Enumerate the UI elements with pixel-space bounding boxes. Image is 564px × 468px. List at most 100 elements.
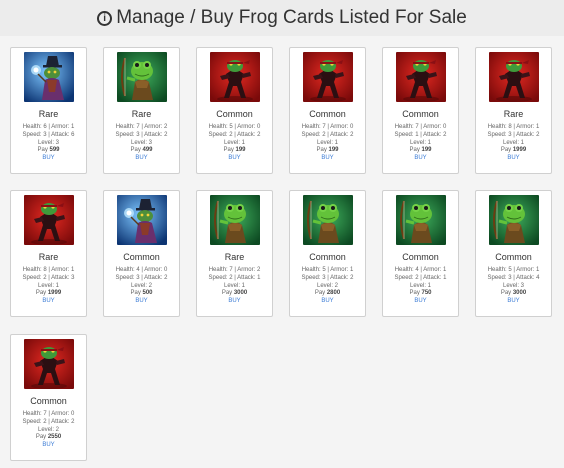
card-stats: Health: 7 | Armor: 2 Speed: 3 | Attack: … [104, 124, 179, 163]
frog-card[interactable]: Rare Health: 8 | Armor: 1 Speed: 3 | Att… [475, 47, 552, 174]
frog-card[interactable]: Common Health: 4 | Armor: 1 Speed: 2 | A… [382, 190, 459, 317]
frog-card-image [396, 195, 446, 245]
frog-card[interactable]: Common Health: 5 | Armor: 0 Speed: 2 | A… [196, 47, 273, 174]
card-price: Pay 199 [409, 147, 432, 154]
card-health-armor: Health: 6 | Armor: 1 [22, 124, 75, 130]
card-health-armor: Health: 4 | Armor: 1 [394, 267, 447, 273]
card-level: Level: 1 [316, 139, 338, 146]
card-rarity: Common [402, 109, 439, 119]
card-price: Pay 199 [316, 147, 339, 154]
card-stats: Health: 5 | Armor: 1 Speed: 3 | Attack: … [476, 267, 551, 306]
frog-card[interactable]: Common Health: 7 | Armor: 0 Speed: 2 | A… [289, 47, 366, 174]
frog-card-image [24, 339, 74, 389]
frog-card[interactable]: Common Health: 7 | Armor: 0 Speed: 2 | A… [10, 334, 87, 461]
card-stats: Health: 4 | Armor: 0 Speed: 3 | Attack: … [104, 267, 179, 306]
card-rarity: Common [216, 109, 253, 119]
card-health-armor: Health: 7 | Armor: 0 [301, 124, 354, 130]
card-price: Pay 3000 [500, 290, 527, 297]
frog-card[interactable]: Common Health: 7 | Armor: 0 Speed: 1 | A… [382, 47, 459, 174]
frog-archer-art [210, 195, 260, 245]
card-health-armor: Health: 8 | Armor: 1 [22, 267, 75, 273]
card-stats: Health: 5 | Armor: 1 Speed: 3 | Attack: … [290, 267, 365, 306]
buy-button[interactable]: BUY [197, 155, 272, 163]
card-rarity: Common [402, 252, 439, 262]
buy-button[interactable]: BUY [104, 298, 179, 306]
frog-card[interactable]: Rare Health: 7 | Armor: 2 Speed: 3 | Att… [103, 47, 180, 174]
buy-button[interactable]: BUY [476, 155, 551, 163]
card-speed-attack: Speed: 2 | Attack: 2 [208, 131, 261, 138]
buy-button[interactable]: BUY [383, 155, 458, 163]
frog-ninja-art [303, 52, 353, 102]
card-speed-attack: Speed: 2 | Attack: 2 [301, 131, 354, 138]
card-speed-attack: Speed: 2 | Attack: 3 [22, 274, 75, 281]
card-rarity: Rare [503, 109, 524, 119]
frog-card[interactable]: Common Health: 5 | Armor: 1 Speed: 3 | A… [475, 190, 552, 317]
card-rarity: Common [123, 252, 160, 262]
card-level: Level: 1 [37, 282, 59, 289]
card-rarity: Rare [224, 252, 245, 262]
card-rarity: Common [309, 252, 346, 262]
frog-card[interactable]: Rare Health: 6 | Armor: 1 Speed: 3 | Att… [10, 47, 87, 174]
card-level: Level: 3 [502, 282, 524, 289]
card-stats: Health: 6 | Armor: 1 Speed: 3 | Attack: … [11, 124, 86, 163]
card-speed-attack: Speed: 2 | Attack: 1 [394, 274, 447, 281]
frog-ninja-art [24, 195, 74, 245]
card-stats: Health: 8 | Armor: 1 Speed: 3 | Attack: … [476, 124, 551, 163]
buy-button[interactable]: BUY [11, 155, 86, 163]
card-level: Level: 1 [409, 139, 431, 146]
card-rarity: Common [309, 109, 346, 119]
card-level: Level: 1 [409, 282, 431, 289]
card-level: Level: 3 [130, 139, 152, 146]
frog-card-image [117, 52, 167, 102]
buy-button[interactable]: BUY [290, 155, 365, 163]
card-health-armor: Health: 5 | Armor: 0 [208, 124, 261, 130]
card-stats: Health: 7 | Armor: 0 Speed: 2 | Attack: … [290, 124, 365, 163]
card-price: Pay 500 [130, 290, 153, 297]
frog-card-image [303, 52, 353, 102]
card-speed-attack: Speed: 2 | Attack: 1 [208, 274, 261, 281]
card-stats: Health: 7 | Armor: 0 Speed: 1 | Attack: … [383, 124, 458, 163]
card-rarity: Common [30, 396, 67, 406]
card-stats: Health: 7 | Armor: 2 Speed: 2 | Attack: … [197, 267, 272, 306]
card-price: Pay 599 [37, 147, 60, 154]
frog-card[interactable]: Rare Health: 8 | Armor: 1 Speed: 2 | Att… [10, 190, 87, 317]
card-stats: Health: 8 | Armor: 1 Speed: 2 | Attack: … [11, 267, 86, 306]
buy-button[interactable]: BUY [11, 442, 86, 450]
buy-button[interactable]: BUY [383, 298, 458, 306]
buy-button[interactable]: BUY [11, 298, 86, 306]
frog-card[interactable]: Common Health: 5 | Armor: 1 Speed: 3 | A… [289, 190, 366, 317]
card-level: Level: 1 [223, 282, 245, 289]
card-speed-attack: Speed: 1 | Attack: 2 [394, 131, 447, 138]
frog-card-image [24, 195, 74, 245]
card-stats: Health: 5 | Armor: 0 Speed: 2 | Attack: … [197, 124, 272, 163]
frog-archer-art [396, 195, 446, 245]
card-level: Level: 2 [37, 426, 59, 433]
frog-card-image [489, 52, 539, 102]
frog-archer-art [117, 52, 167, 102]
card-price: Pay 750 [409, 290, 432, 297]
buy-button[interactable]: BUY [290, 298, 365, 306]
card-speed-attack: Speed: 3 | Attack: 4 [487, 274, 540, 281]
card-price: Pay 2550 [35, 434, 62, 441]
card-health-armor: Health: 7 | Armor: 0 [22, 411, 75, 417]
card-level: Level: 1 [502, 139, 524, 146]
info-icon[interactable]: i [97, 11, 113, 26]
frog-ninja-art [210, 52, 260, 102]
page-title: Manage / Buy Frog Cards Listed For Sale [116, 7, 467, 28]
card-price: Pay 1999 [35, 290, 62, 297]
frog-card[interactable]: Common Health: 4 | Armor: 0 Speed: 3 | A… [103, 190, 180, 317]
card-speed-attack: Speed: 3 | Attack: 2 [115, 131, 168, 138]
buy-button[interactable]: BUY [104, 155, 179, 163]
card-speed-attack: Speed: 3 | Attack: 6 [22, 131, 75, 138]
frog-ninja-art [489, 52, 539, 102]
card-rarity: Common [495, 252, 532, 262]
frog-card-image [303, 195, 353, 245]
frog-card[interactable]: Rare Health: 7 | Armor: 2 Speed: 2 | Att… [196, 190, 273, 317]
buy-button[interactable]: BUY [197, 298, 272, 306]
card-price: Pay 499 [130, 147, 153, 154]
page-header: i Manage / Buy Frog Cards Listed For Sal… [0, 0, 564, 36]
card-rarity: Rare [38, 109, 59, 119]
buy-button[interactable]: BUY [476, 298, 551, 306]
card-health-armor: Health: 5 | Armor: 1 [301, 267, 354, 273]
frog-card-image [210, 52, 260, 102]
